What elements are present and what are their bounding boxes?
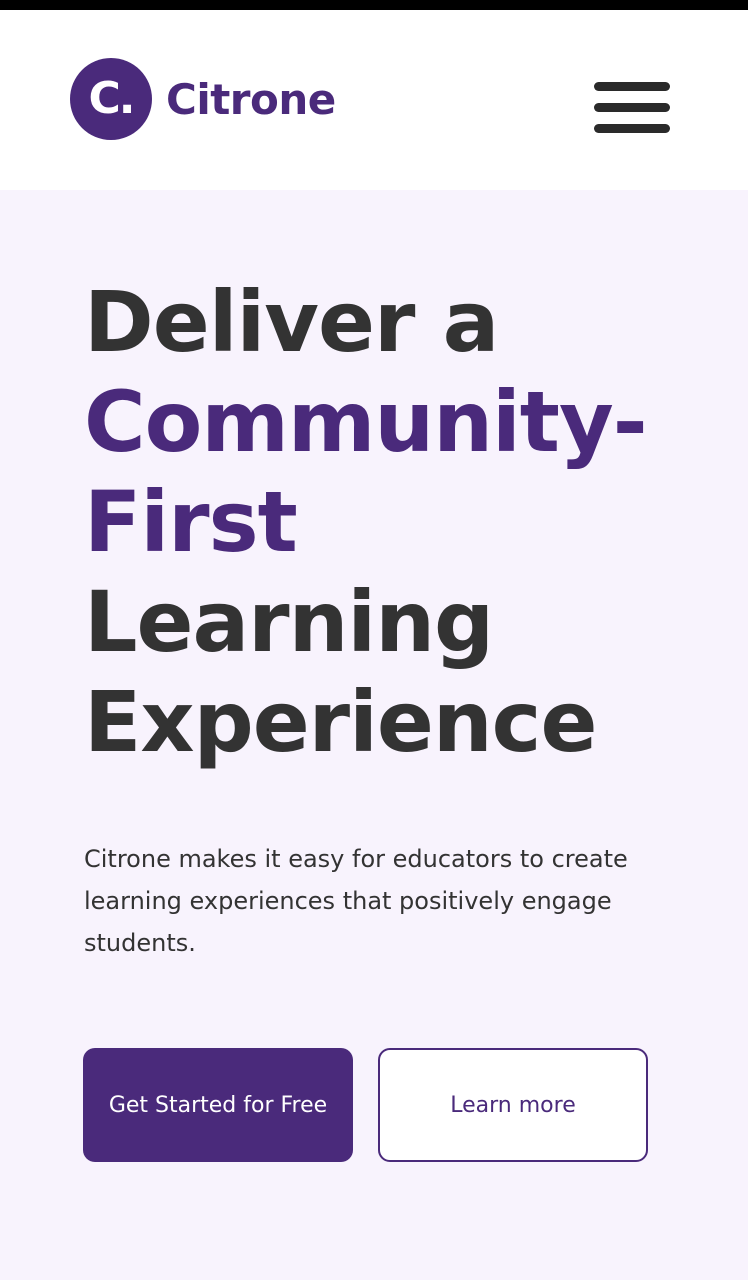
brand-logo[interactable]: C. Citrone <box>70 58 336 140</box>
hero-title-highlight: Community- <box>84 373 648 471</box>
hero-title: Deliver a Community- First Learning Expe… <box>84 272 724 772</box>
hero-title-line: Experience <box>84 673 597 771</box>
hero-subtitle: Citrone makes it easy for educators to c… <box>84 845 628 957</box>
logo-mark-icon: C. <box>70 58 152 140</box>
menu-bar-line <box>594 103 670 112</box>
site-header: C. Citrone <box>0 10 748 190</box>
hero-title-highlight: First <box>84 473 298 571</box>
status-bar <box>0 0 748 10</box>
menu-bar-line <box>594 82 670 91</box>
learn-more-button[interactable]: Learn more <box>378 1048 648 1162</box>
get-started-button[interactable]: Get Started for Free <box>83 1048 353 1162</box>
menu-bar-line <box>594 124 670 133</box>
logo-wordmark: Citrone <box>166 74 336 124</box>
hero-title-line: Deliver a <box>84 273 499 371</box>
hero-title-line: Learning <box>84 573 494 671</box>
hamburger-menu-icon[interactable] <box>594 82 670 134</box>
